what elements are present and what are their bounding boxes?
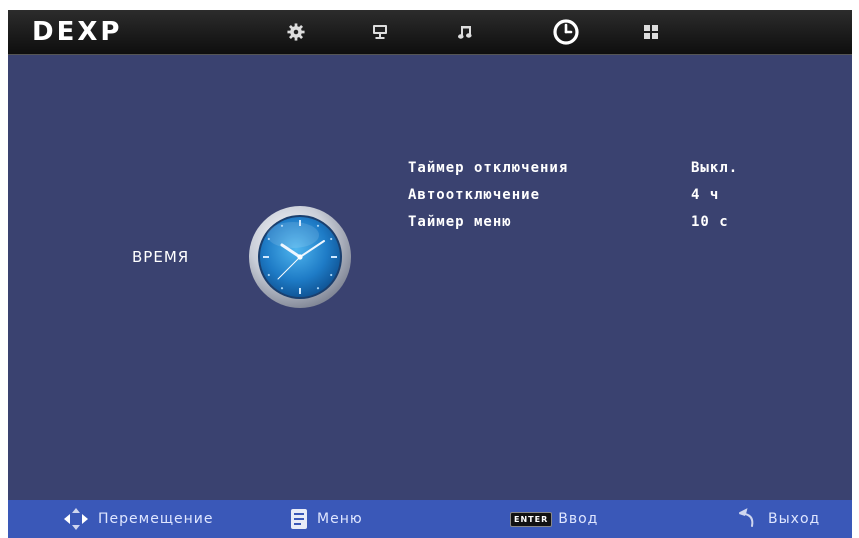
setting-value: 10 с bbox=[691, 214, 729, 230]
setting-label: Автоотключение bbox=[408, 187, 541, 203]
hint-exit: Выход bbox=[736, 506, 820, 532]
gear-icon bbox=[287, 23, 305, 41]
hint-move: Перемещение bbox=[64, 506, 213, 532]
top-menu-bar: DEXP bbox=[8, 10, 852, 55]
logo-text: DEXP bbox=[32, 17, 123, 47]
enter-key-icon: ENTER bbox=[510, 511, 553, 527]
setting-label: Таймер отключения bbox=[408, 160, 569, 176]
music-note-icon bbox=[458, 26, 472, 39]
hint-menu-label: Меню bbox=[317, 511, 363, 527]
menu-icon bbox=[291, 509, 307, 529]
setting-row-menu-timer[interactable]: Таймер меню 10 с bbox=[408, 214, 768, 241]
setting-row-sleep-timer[interactable]: Таймер отключения Выкл. bbox=[408, 160, 768, 187]
time-tab[interactable] bbox=[550, 16, 582, 48]
setting-value: Выкл. bbox=[691, 160, 739, 176]
hint-menu: Меню bbox=[291, 506, 363, 532]
display-tab[interactable] bbox=[366, 18, 394, 46]
footer-hint-bar: Перемещение Меню ENTER Ввод Выход bbox=[8, 500, 852, 538]
hint-exit-label: Выход bbox=[768, 511, 821, 527]
setting-value: 4 ч bbox=[691, 187, 720, 203]
return-arrow-icon bbox=[736, 508, 758, 530]
dexp-logo: DEXP bbox=[32, 17, 123, 47]
settings-tab[interactable] bbox=[282, 18, 310, 46]
setting-label: Таймер меню bbox=[408, 214, 512, 230]
tv-menu-screen: DEXP ВРЕМЯ Таймер отключения Выкл. Автоо… bbox=[8, 10, 852, 538]
apps-tab[interactable] bbox=[637, 18, 665, 46]
grid-icon bbox=[644, 25, 658, 39]
hint-enter-label: Ввод bbox=[558, 511, 599, 527]
monitor-icon bbox=[373, 25, 387, 39]
hint-move-label: Перемещение bbox=[98, 511, 214, 527]
sound-tab[interactable] bbox=[451, 18, 479, 46]
clock-icon bbox=[553, 19, 579, 45]
clock-icon bbox=[249, 206, 351, 308]
time-settings-list: Таймер отключения Выкл. Автоотключение 4… bbox=[408, 160, 768, 241]
setting-row-auto-off[interactable]: Автоотключение 4 ч bbox=[408, 187, 768, 214]
hint-enter: ENTER Ввод bbox=[510, 506, 598, 532]
section-title: ВРЕМЯ bbox=[132, 248, 190, 266]
dpad-arrows-icon bbox=[64, 508, 88, 530]
